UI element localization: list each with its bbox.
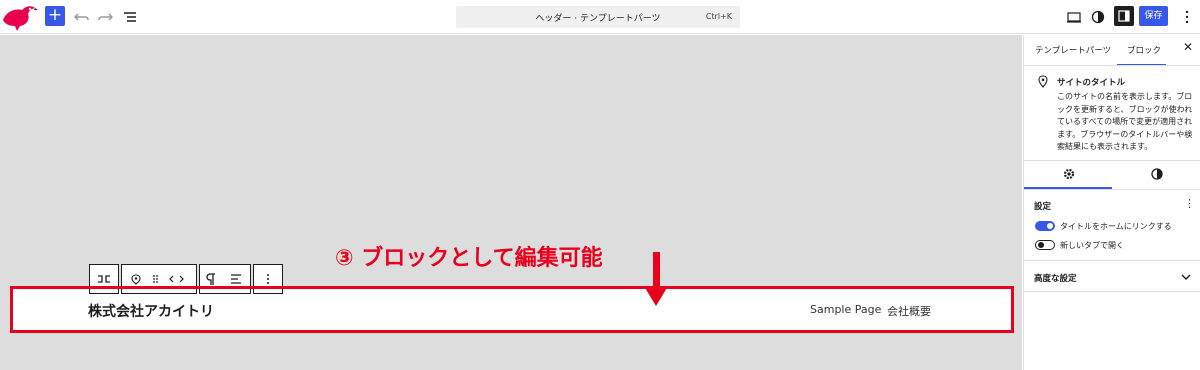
- annotation-arrow-down-icon: [644, 286, 668, 306]
- divider: [1024, 291, 1200, 292]
- block-description: このサイトの名前を表示します。ブロックを更新すると、ブロックが使われているすべて…: [1057, 92, 1193, 151]
- chevron-down-icon[interactable]: [1180, 272, 1192, 282]
- toggle-new-tab[interactable]: [1035, 240, 1055, 250]
- redo-icon[interactable]: [94, 6, 116, 28]
- settings-section-title[interactable]: 設定: [1034, 200, 1051, 212]
- styles-half-circle-icon[interactable]: [1150, 167, 1164, 181]
- pin-drag-move-icons[interactable]: [123, 272, 195, 286]
- transform-icon: [98, 275, 110, 283]
- advanced-settings-title[interactable]: 高度な設定: [1034, 272, 1077, 284]
- top-toolbar: + ヘッダー · テンプレートパーツ Ctrl+K 保存: [0, 0, 1200, 34]
- view-desktop-icon[interactable]: [1063, 6, 1085, 28]
- toggle-knob: [1037, 242, 1044, 248]
- options-menu-icon[interactable]: [1176, 6, 1198, 28]
- undo-icon[interactable]: [71, 6, 93, 28]
- document-title: ヘッダー · テンプレートパーツ: [535, 14, 661, 24]
- add-block-button[interactable]: +: [45, 6, 65, 26]
- section-options-icon[interactable]: ⋮: [1184, 197, 1195, 210]
- toggle-link-home[interactable]: [1035, 221, 1055, 231]
- annotation-highlight-box: [10, 286, 1014, 333]
- divider: [1024, 260, 1200, 261]
- close-icon[interactable]: ✕: [1183, 40, 1193, 54]
- document-overview-icon[interactable]: [119, 6, 141, 28]
- sidebar-panel-icon: [1118, 10, 1130, 22]
- save-button[interactable]: 保存: [1139, 6, 1168, 26]
- more-options-icon: [267, 274, 269, 284]
- site-logo-bird-icon[interactable]: [0, 2, 38, 32]
- settings-toggle-button[interactable]: [1114, 6, 1134, 26]
- paragraph-align-icons[interactable]: [201, 272, 249, 286]
- styles-contrast-icon[interactable]: [1087, 6, 1109, 28]
- toggle-label-link-home: タイトルをホームにリンクする: [1060, 222, 1172, 231]
- settings-gear-icon[interactable]: [1062, 167, 1076, 181]
- tab-template-part[interactable]: テンプレートパーツ: [1035, 44, 1111, 56]
- toggle-knob: [1047, 223, 1053, 229]
- toggle-label-new-tab: 新しいタブで開く: [1060, 241, 1124, 250]
- divider: [1024, 189, 1200, 190]
- divider: [1024, 65, 1200, 66]
- document-title-bar[interactable]: ヘッダー · テンプレートパーツ Ctrl+K: [456, 6, 740, 28]
- block-title: サイトのタイトル: [1057, 78, 1126, 88]
- annotation-label: ③ ブロックとして編集可能: [335, 246, 603, 271]
- site-title-block-icon: [1038, 75, 1048, 88]
- tab-block[interactable]: ブロック: [1127, 44, 1161, 56]
- divider: [1024, 160, 1200, 161]
- settings-sidebar: テンプレートパーツ ブロック ✕ サイトのタイトル このサイトの名前を表示します…: [1023, 35, 1200, 370]
- command-shortcut: Ctrl+K: [705, 12, 732, 21]
- annotation-arrow-shaft: [653, 252, 660, 288]
